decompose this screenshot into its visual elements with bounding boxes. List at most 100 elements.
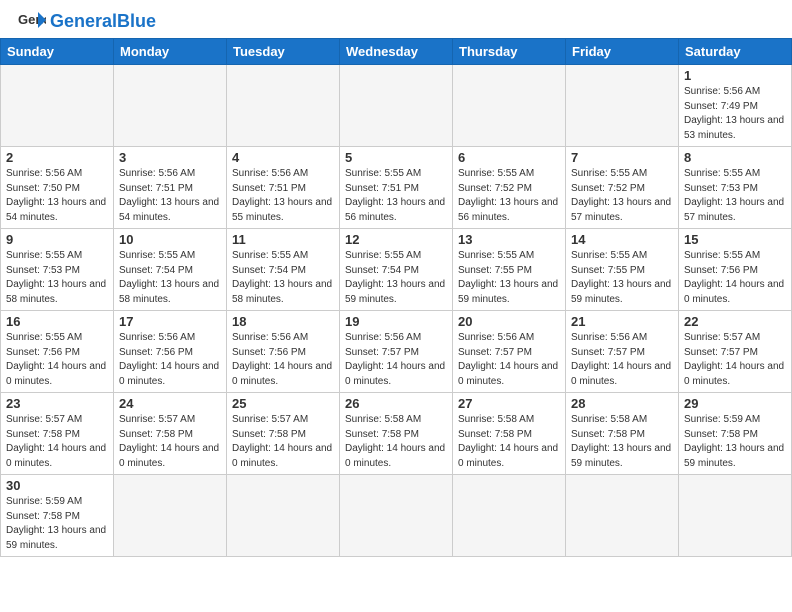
calendar-day-cell: 18Sunrise: 5:56 AMSunset: 7:56 PMDayligh… — [227, 311, 340, 393]
calendar-day-cell — [340, 475, 453, 557]
day-info: Sunrise: 5:55 AMSunset: 7:54 PMDaylight:… — [119, 249, 221, 307]
day-number: 18 — [232, 314, 334, 329]
calendar-day-cell: 26 Sunrise: 5:58 AMSunset: 7:58 PMDayligh… — [340, 393, 453, 475]
calendar-day-cell: 9Sunrise: 5:55 AMSunset: 7:53 PMDaylight… — [1, 229, 114, 311]
day-info: Sunrise: 5:55 AMSunset: 7:52 PMDaylight:… — [458, 167, 560, 225]
day-number: 10 — [119, 232, 221, 247]
day-info: Sunrise: 5:56 AMSunset: 7:57 PMDaylight:… — [345, 331, 447, 389]
day-info: Sunrise: 5:57 AMSunset: 7:57 PMDaylight:… — [684, 331, 786, 389]
day-info: Sunrise: 5:55 AMSunset: 7:56 PMDaylight:… — [684, 249, 786, 307]
calendar-day-cell: 20 Sunrise: 5:56 AMSunset: 7:57 PMDayligh… — [453, 311, 566, 393]
calendar-day-cell — [227, 475, 340, 557]
day-info: Sunrise: 5:57 AMSunset: 7:58 PMDaylight:… — [119, 413, 221, 471]
logo-icon: General — [18, 10, 46, 32]
day-info: Sunrise: 5:57 AMSunset: 7:58 PMDaylight:… — [6, 413, 108, 471]
day-info: Sunrise: 5:59 AMSunset: 7:58 PMDaylight:… — [6, 495, 108, 553]
day-number: 3 — [119, 150, 221, 165]
weekday-header-row: SundayMondayTuesdayWednesdayThursdayFrid… — [1, 39, 792, 65]
calendar-day-cell — [453, 65, 566, 147]
day-number: 20 — [458, 314, 560, 329]
calendar-day-cell: 19 Sunrise: 5:56 AMSunset: 7:57 PMDayligh… — [340, 311, 453, 393]
day-info: Sunrise: 5:55 AMSunset: 7:55 PMDaylight:… — [571, 249, 673, 307]
day-number: 23 — [6, 396, 108, 411]
day-info: Sunrise: 5:56 AMSunset: 7:57 PMDaylight:… — [458, 331, 560, 389]
day-info: Sunrise: 5:56 AMSunset: 7:50 PMDaylight:… — [6, 167, 108, 225]
day-info: Sunrise: 5:59 AMSunset: 7:58 PMDaylight:… — [684, 413, 786, 471]
calendar-day-cell: 4 Sunrise: 5:56 AMSunset: 7:51 PMDaylight… — [227, 147, 340, 229]
day-number: 28 — [571, 396, 673, 411]
calendar-day-cell: 17Sunrise: 5:56 AMSunset: 7:56 PMDayligh… — [114, 311, 227, 393]
calendar-day-cell: 14 Sunrise: 5:55 AMSunset: 7:55 PMDayligh… — [566, 229, 679, 311]
day-info: Sunrise: 5:55 AMSunset: 7:52 PMDaylight:… — [571, 167, 673, 225]
calendar-day-cell: 22Sunrise: 5:57 AMSunset: 7:57 PMDayligh… — [679, 311, 792, 393]
calendar-day-cell: 11 Sunrise: 5:55 AMSunset: 7:54 PMDayligh… — [227, 229, 340, 311]
calendar-day-cell: 3Sunrise: 5:56 AMSunset: 7:51 PMDaylight… — [114, 147, 227, 229]
calendar-day-cell: 28 Sunrise: 5:58 AMSunset: 7:58 PMDayligh… — [566, 393, 679, 475]
calendar-day-cell: 8Sunrise: 5:55 AMSunset: 7:53 PMDaylight… — [679, 147, 792, 229]
day-info: Sunrise: 5:55 AMSunset: 7:54 PMDaylight:… — [232, 249, 334, 307]
day-number: 29 — [684, 396, 786, 411]
week-row-6: 30 Sunrise: 5:59 AMSunset: 7:58 PMDayligh… — [1, 475, 792, 557]
day-number: 12 — [345, 232, 447, 247]
day-info: Sunrise: 5:56 AMSunset: 7:51 PMDaylight:… — [232, 167, 334, 225]
weekday-header-thursday: Thursday — [453, 39, 566, 65]
calendar-day-cell — [340, 65, 453, 147]
logo: General GeneralBlue — [18, 10, 156, 32]
day-number: 1 — [684, 68, 786, 83]
week-row-3: 9Sunrise: 5:55 AMSunset: 7:53 PMDaylight… — [1, 229, 792, 311]
day-number: 7 — [571, 150, 673, 165]
day-number: 26 — [345, 396, 447, 411]
calendar-day-cell — [566, 475, 679, 557]
page-header: General GeneralBlue — [0, 0, 792, 38]
day-number: 19 — [345, 314, 447, 329]
calendar-day-cell: 21 Sunrise: 5:56 AMSunset: 7:57 PMDayligh… — [566, 311, 679, 393]
calendar-day-cell: 23 Sunrise: 5:57 AMSunset: 7:58 PMDayligh… — [1, 393, 114, 475]
weekday-header-sunday: Sunday — [1, 39, 114, 65]
day-info: Sunrise: 5:58 AMSunset: 7:58 PMDaylight:… — [571, 413, 673, 471]
calendar-day-cell: 10 Sunrise: 5:55 AMSunset: 7:54 PMDayligh… — [114, 229, 227, 311]
logo-text: GeneralBlue — [50, 12, 156, 30]
day-number: 15 — [684, 232, 786, 247]
calendar-day-cell — [114, 475, 227, 557]
day-number: 14 — [571, 232, 673, 247]
calendar-day-cell: 27Sunrise: 5:58 AMSunset: 7:58 PMDayligh… — [453, 393, 566, 475]
weekday-header-wednesday: Wednesday — [340, 39, 453, 65]
day-number: 27 — [458, 396, 560, 411]
day-number: 5 — [345, 150, 447, 165]
calendar-table: SundayMondayTuesdayWednesdayThursdayFrid… — [0, 38, 792, 557]
calendar-day-cell — [566, 65, 679, 147]
calendar-day-cell: 7 Sunrise: 5:55 AMSunset: 7:52 PMDaylight… — [566, 147, 679, 229]
calendar-day-cell: 5Sunrise: 5:55 AMSunset: 7:51 PMDaylight… — [340, 147, 453, 229]
calendar-day-cell: 13 Sunrise: 5:55 AMSunset: 7:55 PMDayligh… — [453, 229, 566, 311]
day-number: 30 — [6, 478, 108, 493]
day-info: Sunrise: 5:56 AMSunset: 7:49 PMDaylight:… — [684, 85, 786, 143]
calendar-day-cell: 30 Sunrise: 5:59 AMSunset: 7:58 PMDayligh… — [1, 475, 114, 557]
day-info: Sunrise: 5:55 AMSunset: 7:55 PMDaylight:… — [458, 249, 560, 307]
calendar-day-cell: 25 Sunrise: 5:57 AMSunset: 7:58 PMDayligh… — [227, 393, 340, 475]
calendar-day-cell — [679, 475, 792, 557]
day-number: 24 — [119, 396, 221, 411]
calendar-day-cell: 1 Sunrise: 5:56 AMSunset: 7:49 PMDaylight… — [679, 65, 792, 147]
day-number: 13 — [458, 232, 560, 247]
calendar-day-cell: 6 Sunrise: 5:55 AMSunset: 7:52 PMDaylight… — [453, 147, 566, 229]
day-info: Sunrise: 5:55 AMSunset: 7:56 PMDaylight:… — [6, 331, 108, 389]
calendar-day-cell: 29 Sunrise: 5:59 AMSunset: 7:58 PMDayligh… — [679, 393, 792, 475]
day-info: Sunrise: 5:57 AMSunset: 7:58 PMDaylight:… — [232, 413, 334, 471]
calendar-day-cell — [1, 65, 114, 147]
day-info: Sunrise: 5:56 AMSunset: 7:56 PMDaylight:… — [119, 331, 221, 389]
calendar-day-cell — [114, 65, 227, 147]
day-number: 25 — [232, 396, 334, 411]
week-row-5: 23 Sunrise: 5:57 AMSunset: 7:58 PMDayligh… — [1, 393, 792, 475]
day-number: 9 — [6, 232, 108, 247]
day-number: 8 — [684, 150, 786, 165]
day-number: 16 — [6, 314, 108, 329]
week-row-2: 2Sunrise: 5:56 AMSunset: 7:50 PMDaylight… — [1, 147, 792, 229]
day-info: Sunrise: 5:58 AMSunset: 7:58 PMDaylight:… — [345, 413, 447, 471]
day-number: 4 — [232, 150, 334, 165]
day-number: 6 — [458, 150, 560, 165]
day-number: 11 — [232, 232, 334, 247]
weekday-header-tuesday: Tuesday — [227, 39, 340, 65]
calendar-day-cell: 24 Sunrise: 5:57 AMSunset: 7:58 PMDayligh… — [114, 393, 227, 475]
day-number: 21 — [571, 314, 673, 329]
day-info: Sunrise: 5:56 AMSunset: 7:57 PMDaylight:… — [571, 331, 673, 389]
